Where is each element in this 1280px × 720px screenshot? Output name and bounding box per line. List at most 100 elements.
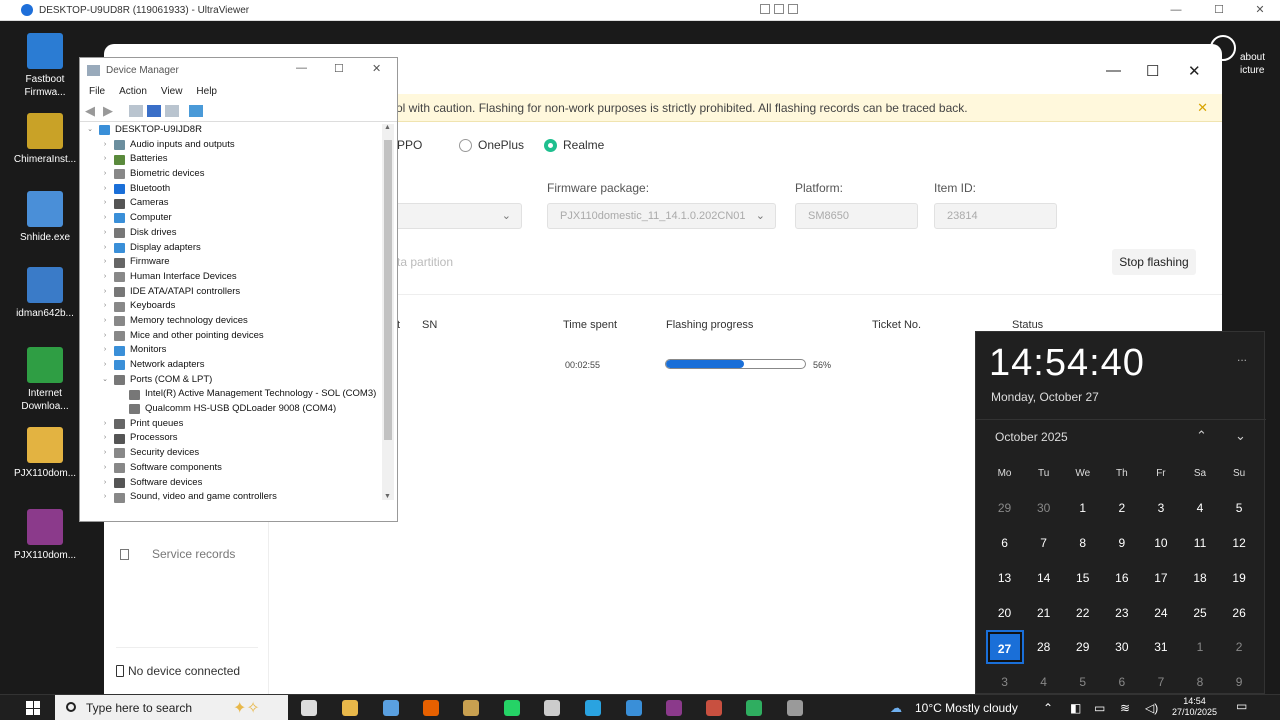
view-icon[interactable] [165, 104, 179, 117]
stop-flashing-button[interactable]: Stop flashing [1112, 249, 1196, 275]
file-explorer-icon[interactable] [342, 700, 358, 716]
dm-minimize-button[interactable]: — [296, 62, 307, 74]
calendar-day[interactable]: 6 [985, 536, 1024, 550]
viewer-tool-icon[interactable] [760, 4, 770, 14]
tree-category[interactable]: › Firmware [81, 255, 382, 270]
sync-app-icon[interactable] [746, 700, 762, 716]
wifi-icon[interactable]: ≋ [1120, 701, 1130, 715]
calendar-day[interactable]: 23 [1102, 606, 1141, 620]
flash-maximize-button[interactable]: ☐ [1146, 62, 1159, 80]
chevron-right-icon[interactable]: › [100, 196, 110, 211]
calendar-day[interactable]: 25 [1180, 606, 1219, 620]
calendar-day[interactable]: 15 [1063, 571, 1102, 585]
viewer-tool-icon[interactable] [774, 4, 784, 14]
calendar-day[interactable]: 17 [1141, 571, 1180, 585]
chevron-right-icon[interactable]: › [100, 358, 110, 373]
warning-close-icon[interactable]: ✕ [1197, 94, 1208, 122]
calendar-day[interactable]: 12 [1220, 536, 1259, 550]
radio-selected-icon[interactable] [544, 138, 557, 152]
menu-help[interactable]: Help [187, 86, 222, 97]
remote-app-icon[interactable] [626, 700, 642, 716]
chevron-right-icon[interactable]: › [100, 314, 110, 329]
chevron-right-icon[interactable]: › [100, 211, 110, 226]
radio-icon[interactable] [459, 138, 472, 152]
tree-category[interactable]: › Bluetooth [81, 182, 382, 197]
tray-chevron-up-icon[interactable]: ⌃ [1043, 701, 1053, 715]
calendar-day[interactable]: 11 [1180, 536, 1219, 550]
calendar-month[interactable]: October 2025 [995, 430, 1068, 444]
tree-category[interactable]: › Security devices [81, 446, 382, 461]
tray-app-icon[interactable]: ◧ [1070, 701, 1081, 715]
tree-category[interactable]: › Computer [81, 211, 382, 226]
calendar-day[interactable]: 9 [1220, 675, 1259, 689]
tree-category[interactable]: › Keyboards [81, 299, 382, 314]
calendar-day[interactable]: 14 [1024, 571, 1063, 585]
desktop-icon[interactable]: ChimeraInst... [5, 113, 85, 166]
calendar-day[interactable]: 7 [1141, 675, 1180, 689]
tree-category[interactable]: › Human Interface Devices [81, 270, 382, 285]
chevron-right-icon[interactable]: › [100, 299, 110, 314]
partition-option[interactable]: ta partition [397, 255, 453, 269]
tree-device[interactable]: Qualcomm HS-USB QDLoader 9008 (COM4) [81, 402, 382, 417]
volume-icon[interactable]: ◁) [1145, 701, 1158, 715]
tree-category[interactable]: › Mice and other pointing devices [81, 329, 382, 344]
help-icon[interactable] [147, 104, 161, 117]
tree-category[interactable]: › Software devices [81, 476, 382, 491]
firefox-icon[interactable] [423, 700, 439, 716]
notification-icon[interactable]: ▭ [1236, 699, 1247, 713]
tree-category[interactable]: ⌄ Ports (COM & LPT) [81, 373, 382, 388]
calendar-day[interactable]: 7 [1024, 536, 1063, 550]
chevron-down-icon[interactable]: ⌄ [85, 123, 95, 138]
tree-category[interactable]: › Software components [81, 461, 382, 476]
tree-category[interactable]: › Sound, video and game controllers [81, 490, 382, 505]
brand-option-oneplus[interactable]: OnePlus [459, 138, 524, 152]
scroll-up-icon[interactable]: ▲ [384, 124, 391, 131]
calendar-day[interactable]: 28 [1024, 640, 1063, 654]
calendar-day[interactable]: 30 [1102, 640, 1141, 654]
chevron-right-icon[interactable]: › [100, 152, 110, 167]
chevron-right-icon[interactable]: › [100, 255, 110, 270]
tool-app-icon[interactable] [787, 700, 803, 716]
scroll-down-icon[interactable]: ▼ [384, 493, 391, 500]
calendar-day[interactable]: 2 [1102, 501, 1141, 515]
viewer-tool-icon[interactable] [788, 4, 798, 14]
image-app-icon[interactable] [706, 700, 722, 716]
tree-category[interactable]: › Network adapters [81, 358, 382, 373]
chevron-right-icon[interactable]: › [100, 138, 110, 153]
tree-category[interactable]: › Print queues [81, 417, 382, 432]
calendar-day[interactable]: 4 [1024, 675, 1063, 689]
taskbar-clock[interactable]: 14:54 27/10/2025 [1172, 696, 1217, 718]
whatsapp-icon[interactable] [504, 700, 520, 716]
service-records-link[interactable]: Service records [120, 547, 235, 561]
calendar-day[interactable]: 8 [1180, 675, 1219, 689]
chevron-down-icon[interactable]: ⌄ [100, 373, 110, 388]
chevron-right-icon[interactable]: › [100, 446, 110, 461]
chevron-right-icon[interactable]: › [100, 490, 110, 505]
taskbar-search[interactable]: Type here to search ✦✧ [55, 695, 288, 720]
viewer-restore-button[interactable]: ☐ [1199, 0, 1239, 21]
settings-icon[interactable] [544, 700, 560, 716]
tree-root[interactable]: ⌄ DESKTOP-U9IJD8R [81, 123, 382, 138]
task-view-icon[interactable] [301, 700, 317, 716]
flash-close-button[interactable]: ✕ [1188, 62, 1201, 80]
dm-close-button[interactable]: ✕ [372, 62, 381, 75]
calendar-day[interactable]: 5 [1220, 501, 1259, 515]
tree-category[interactable]: › Display adapters [81, 241, 382, 256]
chevron-right-icon[interactable]: › [100, 329, 110, 344]
calendar-day[interactable]: 16 [1102, 571, 1141, 585]
tree-category[interactable]: › Cameras [81, 196, 382, 211]
properties-icon[interactable] [129, 104, 143, 117]
model-select[interactable]: ⌄ [380, 203, 522, 229]
chevron-right-icon[interactable]: › [100, 461, 110, 476]
chevron-right-icon[interactable]: › [100, 270, 110, 285]
calendar-day[interactable]: 21 [1024, 606, 1063, 620]
chevron-down-icon[interactable]: ⌄ [1235, 428, 1246, 444]
chevron-up-icon[interactable]: ⌃ [1196, 428, 1207, 444]
calendar-day-today[interactable]: 27 [985, 630, 1024, 665]
calendar-day[interactable]: 5 [1063, 675, 1102, 689]
user-app-icon[interactable] [463, 700, 479, 716]
calendar-day[interactable]: 3 [985, 675, 1024, 689]
calendar-day[interactable]: 29 [985, 501, 1024, 515]
calendar-day[interactable]: 20 [985, 606, 1024, 620]
tree-category[interactable]: › Memory technology devices [81, 314, 382, 329]
